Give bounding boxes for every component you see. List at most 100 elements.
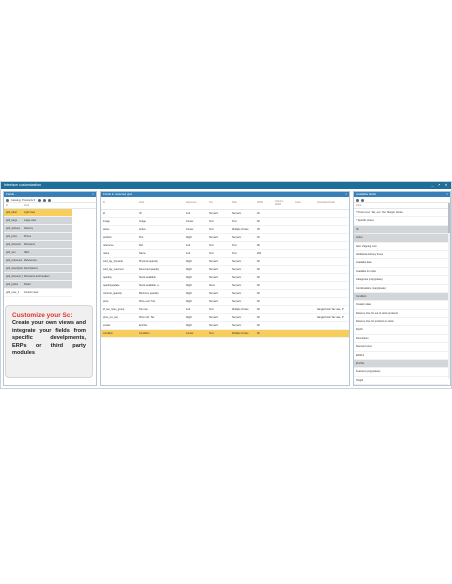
cell-align[interactable]: Left <box>186 242 208 250</box>
column-header-associated-fields[interactable]: Associated fields <box>317 197 335 208</box>
cell-width[interactable]: 60 <box>257 266 273 274</box>
table-row[interactable]: price_inc_tax Price incl. Tax Right Numeric… <box>101 314 349 322</box>
list-item[interactable]: Id_product_redirected / Id_category_redi… <box>354 385 448 386</box>
cell-field[interactable]: Stock available +/- <box>139 282 185 290</box>
table-row[interactable]: grid_reference References <box>4 257 72 265</box>
cell-field[interactable]: Physical quantity <box>139 258 185 266</box>
cell-sort[interactable]: Numeric <box>209 290 231 298</box>
cell-width[interactable]: 60 <box>257 322 273 330</box>
cell-width[interactable]: 80 <box>257 242 273 250</box>
cell-id[interactable]: price <box>103 298 137 306</box>
cell-id[interactable]: name <box>103 250 137 258</box>
list-item[interactable]: Available date <box>354 259 448 268</box>
cell-id[interactable]: active <box>103 226 137 234</box>
cell-width[interactable]: 45 <box>257 226 273 234</box>
list-item[interactable]: Add. shipping cost <box>354 243 448 251</box>
table-row[interactable]: grid_discount_headersDiscounts and heade… <box>4 273 72 281</box>
table-row[interactable]: grid_delivery Delivery <box>4 225 72 233</box>
cell-sort[interactable]: Text <box>209 330 231 338</box>
table-row[interactable]: condition Condition Center Text Multiple cho… <box>101 330 349 338</box>
cell-sort[interactable]: Text <box>209 218 231 226</box>
list-item[interactable]: EAN13 <box>354 352 448 361</box>
cell-filter[interactable]: Numeric <box>232 314 256 322</box>
cell-align[interactable]: Right <box>186 298 208 306</box>
cell-width[interactable]: 60 <box>257 290 273 298</box>
cell-field[interactable]: Tax rule <box>139 306 185 314</box>
cell-id[interactable]: ecotax <box>103 322 137 330</box>
table-row[interactable]: sold_qty_physical Physical quantity Right N… <box>101 258 349 266</box>
cell-field[interactable]: Price incl. Tax <box>139 314 185 322</box>
table-row[interactable]: sold_qty_reserved Reserved quantity Right N… <box>101 266 349 274</box>
list-item[interactable]: Creation date <box>354 301 448 310</box>
table-row[interactable]: grid_description Descriptions <box>4 265 72 273</box>
cell-sort[interactable]: Numeric <box>209 258 231 266</box>
table-row[interactable]: id_tax_rules_group Tax rule Left Text Multip… <box>101 306 349 314</box>
cell-field[interactable]: Stock available <box>139 274 185 282</box>
cell-filter[interactable]: Multiple choice <box>232 306 256 314</box>
cell-width[interactable]: 60 <box>257 282 273 290</box>
list-item[interactable]: Delivery time for products in stock <box>354 318 448 327</box>
table-row[interactable]: minimal_quantity Minimum quantity Right Num… <box>101 290 349 298</box>
table-row[interactable]: name Name Left Text Text 200 <box>101 250 349 258</box>
list-item[interactable]: Description <box>354 335 448 344</box>
cell-align[interactable]: Right <box>186 258 208 266</box>
cell-field[interactable]: Ref. <box>139 242 185 250</box>
cell-field[interactable]: Pos. <box>139 234 185 242</box>
delete-icon[interactable] <box>47 198 51 202</box>
cell-width[interactable]: 60 <box>257 298 273 306</box>
table-row[interactable]: grid_price Prices <box>4 233 72 241</box>
list-item[interactable]: Condition <box>354 292 448 302</box>
cell-sort[interactable]: Numeric <box>209 234 231 242</box>
list-item[interactable]: Active <box>354 234 448 243</box>
scrollbar[interactable] <box>448 203 450 379</box>
edit-icon[interactable] <box>6 198 9 202</box>
cell-sort[interactable]: Text <box>209 250 231 258</box>
cell-id[interactable]: image <box>103 218 137 226</box>
list-item[interactable]: Height <box>354 377 448 385</box>
cell-id[interactable]: id <box>103 210 137 218</box>
list-item[interactable]: Available for order <box>354 268 448 277</box>
column-header-filter[interactable]: Filter <box>232 197 237 208</box>
cell-width[interactable]: 200 <box>257 250 273 258</box>
available-column-header[interactable]: Field <box>354 203 450 209</box>
table-row[interactable]: image Image Center Text Text 60 <box>101 218 349 226</box>
close-icon[interactable]: × <box>446 192 448 197</box>
cell-field[interactable]: Reserved quantity <box>139 266 185 274</box>
cell-filter[interactable]: Numeric <box>232 258 256 266</box>
cell-filter[interactable]: Multiple choice <box>232 226 256 234</box>
column-header-color[interactable]: Color <box>295 197 301 208</box>
cell-id[interactable]: quantityupdate <box>103 282 137 290</box>
cell-filter[interactable]: Numeric <box>232 274 256 282</box>
cell-align[interactable]: Right <box>186 282 208 290</box>
list-item[interactable]: Features (copy/paste) <box>354 368 448 377</box>
cell-id[interactable]: reference <box>103 242 137 250</box>
cell-width[interactable]: 60 <box>257 274 273 282</box>
cell-filter[interactable]: Text <box>232 242 256 250</box>
table-row[interactable]: grid_user_1 Custom view <box>4 289 72 297</box>
catalog-select[interactable]: Catalog: Products <box>11 198 33 202</box>
scrollbar-thumb[interactable] <box>448 203 450 233</box>
cell-id[interactable]: minimal_quantity <box>103 290 137 298</box>
cell-align[interactable]: Center <box>186 226 208 234</box>
cell-filter[interactable]: Numeric <box>232 266 256 274</box>
list-item[interactable]: Discount price <box>354 343 448 352</box>
cell-align[interactable]: Right <box>186 314 208 322</box>
cell-filter[interactable]: Numeric <box>232 210 256 218</box>
cell-field[interactable]: Condition <box>139 330 185 338</box>
table-row[interactable]: grid_label Light view <box>4 209 72 217</box>
cell-filter[interactable]: Text <box>232 218 256 226</box>
cell-sort[interactable]: Numeric <box>209 322 231 330</box>
cell-width[interactable]: 40 <box>257 210 273 218</box>
cell-field[interactable]: ID <box>139 210 185 218</box>
column-header-width[interactable]: Width <box>257 197 263 208</box>
list-item[interactable]: Additional delivery times <box>354 251 448 260</box>
cell-filter[interactable]: Numeric <box>232 282 256 290</box>
table-row[interactable]: ecotax EcoTax Right Numeric Numeric 60 <box>101 322 349 330</box>
cell-sort[interactable]: Text <box>209 306 231 314</box>
table-row[interactable]: price Price excl. Tax Right Numeric Numeric 6… <box>101 298 349 306</box>
column-header-sort[interactable]: Sort <box>209 197 213 208</box>
table-row[interactable]: quantity Stock available Right Numeric Numer… <box>101 274 349 282</box>
cell-id[interactable]: quantity <box>103 274 137 282</box>
cell-id[interactable]: position <box>103 234 137 242</box>
cell-filter[interactable]: Multiple choice <box>232 330 256 338</box>
